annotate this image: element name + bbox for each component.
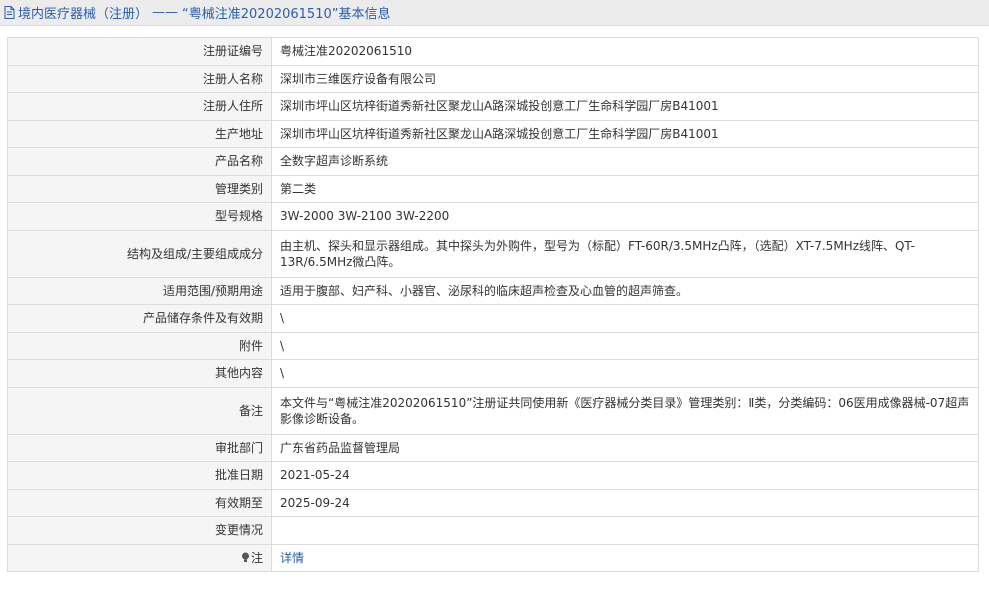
- row-label: 附件: [7, 331, 272, 360]
- row-label: 批准日期: [7, 461, 272, 490]
- row-value: 全数字超声诊断系统: [271, 147, 979, 176]
- header-title: “粤械注准20202061510”基本信息: [182, 7, 391, 22]
- row-label: 审批部门: [7, 433, 272, 462]
- row-value: \: [271, 359, 979, 388]
- table-row: 注册人名称 深圳市三维医疗设备有限公司: [7, 64, 979, 93]
- row-label: 结构及组成/主要组成成分: [7, 229, 272, 278]
- table-row: 审批部门 广东省药品监督管理局: [7, 433, 979, 462]
- document-icon: [4, 6, 15, 19]
- table-row: 备注 本文件与“粤械注准20202061510”注册证共同使用新《医疗器械分类目…: [7, 386, 979, 435]
- row-label: 产品储存条件及有效期: [7, 304, 272, 333]
- row-label: 注册人名称: [7, 64, 272, 93]
- row-value: \: [271, 331, 979, 360]
- row-label: 注册人住所: [7, 92, 272, 121]
- row-label: 型号规格: [7, 202, 272, 231]
- table-row: 生产地址 深圳市坪山区坑梓街道秀新社区聚龙山A路深城投创意工厂生命科学园厂房B4…: [7, 119, 979, 148]
- table-row: 产品储存条件及有效期 \: [7, 304, 979, 333]
- row-value: 第二类: [271, 174, 979, 203]
- row-label: 其他内容: [7, 359, 272, 388]
- table-row: 批准日期 2021-05-24: [7, 461, 979, 490]
- row-label: 产品名称: [7, 147, 272, 176]
- table-row: 附件 \: [7, 331, 979, 360]
- row-label: 有效期至: [7, 488, 272, 517]
- page-header: 境内医疗器械（注册） —— “粤械注准20202061510”基本信息: [0, 0, 989, 26]
- row-value: 2025-09-24: [271, 488, 979, 517]
- header-category: 境内医疗器械（注册）: [18, 7, 149, 22]
- row-label: 变更情况: [7, 516, 272, 545]
- table-row: 适用范围/预期用途 适用于腹部、妇产科、小器官、泌尿科的临床超声检查及心血管的超…: [7, 276, 979, 305]
- table-row: 型号规格 3W-2000 3W-2100 3W-2200: [7, 202, 979, 231]
- row-label: 注册证编号: [7, 37, 272, 66]
- table-row: 注册证编号 粤械注准20202061510: [7, 37, 979, 66]
- table-row: 其他内容 \: [7, 359, 979, 388]
- row-value: 广东省药品监督管理局: [271, 433, 979, 462]
- row-value: [271, 516, 979, 545]
- row-value: 本文件与“粤械注准20202061510”注册证共同使用新《医疗器械分类目录》管…: [271, 386, 979, 435]
- row-label: 备注: [7, 386, 272, 435]
- row-label: 生产地址: [7, 119, 272, 148]
- table-row: 产品名称 全数字超声诊断系统: [7, 147, 979, 176]
- note-label-cell: 注: [7, 543, 272, 572]
- row-value: 深圳市坪山区坑梓街道秀新社区聚龙山A路深城投创意工厂生命科学园厂房B41001: [271, 92, 979, 121]
- header-separator: ——: [152, 5, 179, 20]
- note-value-cell: 详情: [271, 543, 979, 572]
- note-label: 注: [250, 550, 263, 565]
- table-row: 注 详情: [7, 543, 979, 572]
- row-label: 管理类别: [7, 174, 272, 203]
- table-row: 变更情况: [7, 516, 979, 545]
- row-value: 粤械注准20202061510: [271, 37, 979, 66]
- row-value: 3W-2000 3W-2100 3W-2200: [271, 202, 979, 231]
- table-row: 管理类别 第二类: [7, 174, 979, 203]
- details-link[interactable]: 详情: [280, 551, 304, 565]
- row-value: 深圳市三维医疗设备有限公司: [271, 64, 979, 93]
- table-row: 注册人住所 深圳市坪山区坑梓街道秀新社区聚龙山A路深城投创意工厂生命科学园厂房B…: [7, 92, 979, 121]
- table-row: 结构及组成/主要组成成分 由主机、探头和显示器组成。其中探头为外购件，型号为（标…: [7, 229, 979, 278]
- row-label: 适用范围/预期用途: [7, 276, 272, 305]
- row-value: \: [271, 304, 979, 333]
- row-value: 深圳市坪山区坑梓街道秀新社区聚龙山A路深城投创意工厂生命科学园厂房B41001: [271, 119, 979, 148]
- row-value: 由主机、探头和显示器组成。其中探头为外购件，型号为（标配）FT-60R/3.5M…: [271, 229, 979, 278]
- registration-info-table: 注册证编号 粤械注准20202061510 注册人名称 深圳市三维医疗设备有限公…: [7, 37, 979, 572]
- row-value: 2021-05-24: [271, 461, 979, 490]
- lightbulb-icon: [241, 552, 249, 562]
- table-row: 有效期至 2025-09-24: [7, 488, 979, 517]
- row-value: 适用于腹部、妇产科、小器官、泌尿科的临床超声检查及心血管的超声筛查。: [271, 276, 979, 305]
